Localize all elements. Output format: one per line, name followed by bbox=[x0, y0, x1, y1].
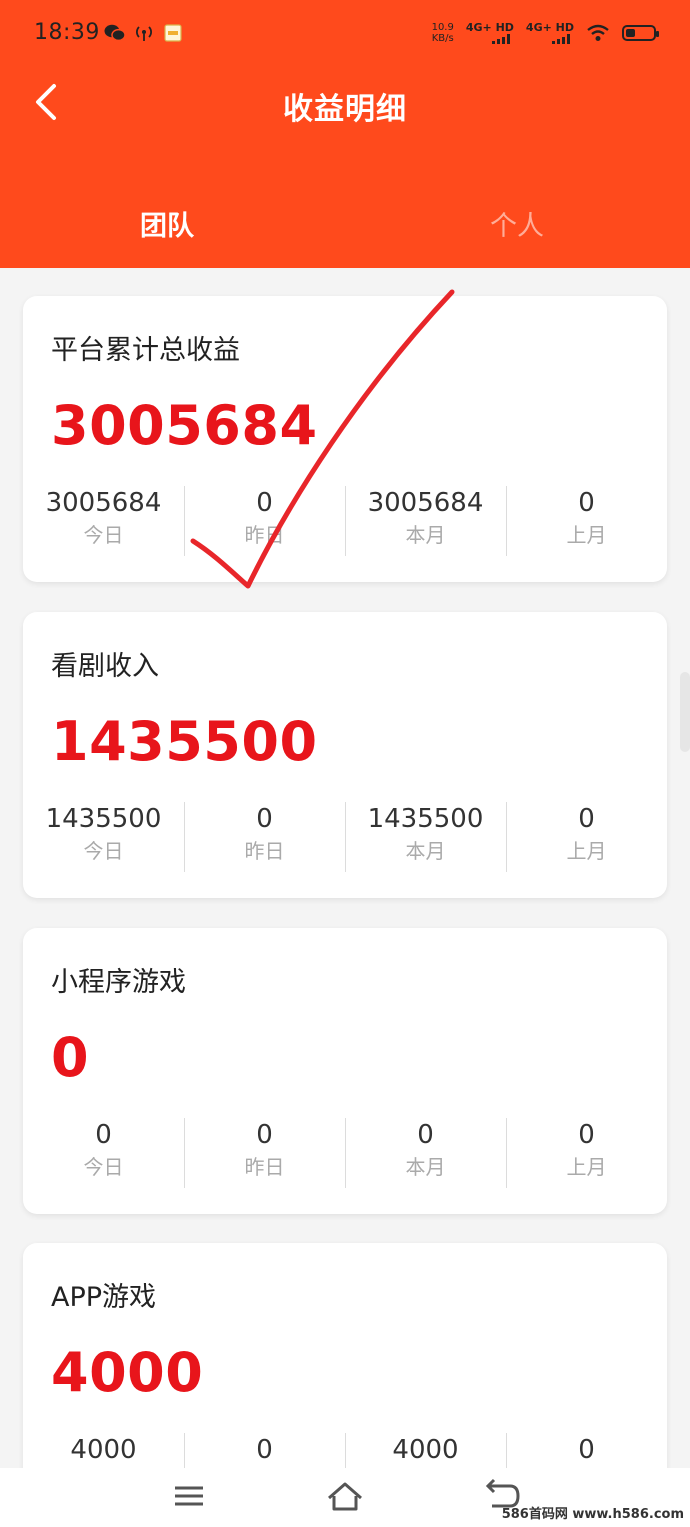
stat-today: 3005684 今日 bbox=[23, 486, 184, 556]
card-title: APP游戏 bbox=[51, 1282, 157, 1313]
stat-last-month: 0 上月 bbox=[506, 802, 667, 872]
tab-team[interactable]: 团队 bbox=[140, 204, 194, 243]
signal-2: 4G+ HD bbox=[526, 22, 574, 44]
card-total-value: 0 bbox=[51, 1026, 90, 1089]
header: 18:39 10.9 KB/s 4G+ HD 4G+ HD 收益明细 团队 个人 bbox=[0, 0, 690, 268]
stat-label: 上月 bbox=[566, 1155, 607, 1179]
stat-this-month: 1435500 本月 bbox=[345, 802, 506, 872]
status-time: 18:39 bbox=[34, 20, 100, 45]
stat-label: 本月 bbox=[405, 523, 446, 547]
signal-1: 4G+ HD bbox=[466, 22, 514, 44]
battery-icon bbox=[622, 25, 659, 41]
stat-last-month: 0 上月 bbox=[506, 1118, 667, 1188]
network-label-1: 4G+ HD bbox=[465, 21, 514, 34]
stat-value: 0 bbox=[578, 1120, 595, 1150]
stat-value: 1435500 bbox=[367, 804, 484, 834]
wifi-icon bbox=[587, 24, 609, 41]
stat-value: 4000 bbox=[70, 1435, 137, 1465]
home-icon bbox=[328, 1482, 362, 1511]
card-stats: 1435500 今日 0 昨日 1435500 本月 0 上月 bbox=[23, 802, 667, 872]
earnings-card-drama: 看剧收入 1435500 1435500 今日 0 昨日 1435500 本月 0 上月 bbox=[23, 612, 667, 898]
home-button[interactable] bbox=[323, 1476, 367, 1516]
status-right: 10.9 KB/s 4G+ HD 4G+ HD bbox=[432, 18, 659, 48]
page-title: 收益明细 bbox=[283, 92, 407, 127]
stat-value: 0 bbox=[95, 1120, 112, 1150]
network-speed: 10.9 KB/s bbox=[432, 22, 454, 44]
stat-value: 3005684 bbox=[45, 488, 162, 518]
stat-label: 昨日 bbox=[244, 1155, 285, 1179]
stat-value: 0 bbox=[256, 804, 273, 834]
stat-value: 0 bbox=[578, 488, 595, 518]
stat-label: 今日 bbox=[83, 839, 124, 863]
stat-label: 本月 bbox=[405, 839, 446, 863]
stat-label: 昨日 bbox=[244, 839, 285, 863]
stat-label: 今日 bbox=[83, 523, 124, 547]
wechat-icon bbox=[104, 24, 126, 46]
stat-value: 0 bbox=[578, 1435, 595, 1465]
stat-label: 上月 bbox=[566, 523, 607, 547]
stat-value: 1435500 bbox=[45, 804, 162, 834]
speed-value: 10.9 bbox=[431, 22, 454, 33]
earnings-card-total: 平台累计总收益 3005684 3005684 今日 0 昨日 3005684 本月 … bbox=[23, 296, 667, 582]
card-title: 平台累计总收益 bbox=[51, 335, 240, 366]
signal-bars-icon bbox=[552, 34, 570, 44]
network-label-2: 4G+ HD bbox=[525, 21, 574, 34]
stat-label: 昨日 bbox=[244, 523, 285, 547]
earnings-card-mini-game: 小程序游戏 0 0 今日 0 昨日 0 本月 0 上月 bbox=[23, 928, 667, 1214]
stat-value: 0 bbox=[256, 1435, 273, 1465]
stat-yesterday: 0 昨日 bbox=[184, 486, 345, 556]
stat-last-month: 0 上月 bbox=[506, 486, 667, 556]
stat-today: 0 今日 bbox=[23, 1118, 184, 1188]
stat-this-month: 0 本月 bbox=[345, 1118, 506, 1188]
stat-today: 1435500 今日 bbox=[23, 802, 184, 872]
stat-value: 0 bbox=[256, 488, 273, 518]
card-total-value: 4000 bbox=[51, 1341, 204, 1404]
stat-this-month: 3005684 本月 bbox=[345, 486, 506, 556]
earnings-card-app-game: APP游戏 4000 4000今日 0昨日 4000本月 0上月 bbox=[23, 1243, 667, 1493]
card-title: 小程序游戏 bbox=[51, 967, 186, 998]
stat-value: 0 bbox=[578, 804, 595, 834]
stat-value: 0 bbox=[417, 1120, 434, 1150]
stat-value: 3005684 bbox=[367, 488, 484, 518]
stat-value: 4000 bbox=[392, 1435, 459, 1465]
stat-label: 本月 bbox=[405, 1155, 446, 1179]
watermark: 586首码网 www.h586.com bbox=[501, 1507, 684, 1522]
tab-personal[interactable]: 个人 bbox=[490, 204, 544, 243]
stat-label: 上月 bbox=[566, 839, 607, 863]
stat-yesterday: 0 昨日 bbox=[184, 802, 345, 872]
status-bar: 18:39 10.9 KB/s 4G+ HD 4G+ HD bbox=[0, 0, 690, 66]
stat-value: 0 bbox=[256, 1120, 273, 1150]
scrollbar[interactable] bbox=[680, 672, 690, 752]
stat-yesterday: 0 昨日 bbox=[184, 1118, 345, 1188]
card-total-value: 3005684 bbox=[51, 394, 318, 457]
card-stats: 0 今日 0 昨日 0 本月 0 上月 bbox=[23, 1118, 667, 1188]
hotspot-icon bbox=[134, 24, 154, 46]
card-stats: 3005684 今日 0 昨日 3005684 本月 0 上月 bbox=[23, 486, 667, 556]
app-notification-icon bbox=[164, 24, 182, 46]
card-total-value: 1435500 bbox=[51, 710, 318, 773]
menu-button[interactable] bbox=[167, 1476, 211, 1516]
signal-bars-icon bbox=[491, 34, 510, 44]
card-title: 看剧收入 bbox=[51, 651, 159, 682]
speed-unit: KB/s bbox=[431, 33, 454, 44]
stat-label: 今日 bbox=[83, 1155, 124, 1179]
menu-icon bbox=[175, 1486, 203, 1506]
